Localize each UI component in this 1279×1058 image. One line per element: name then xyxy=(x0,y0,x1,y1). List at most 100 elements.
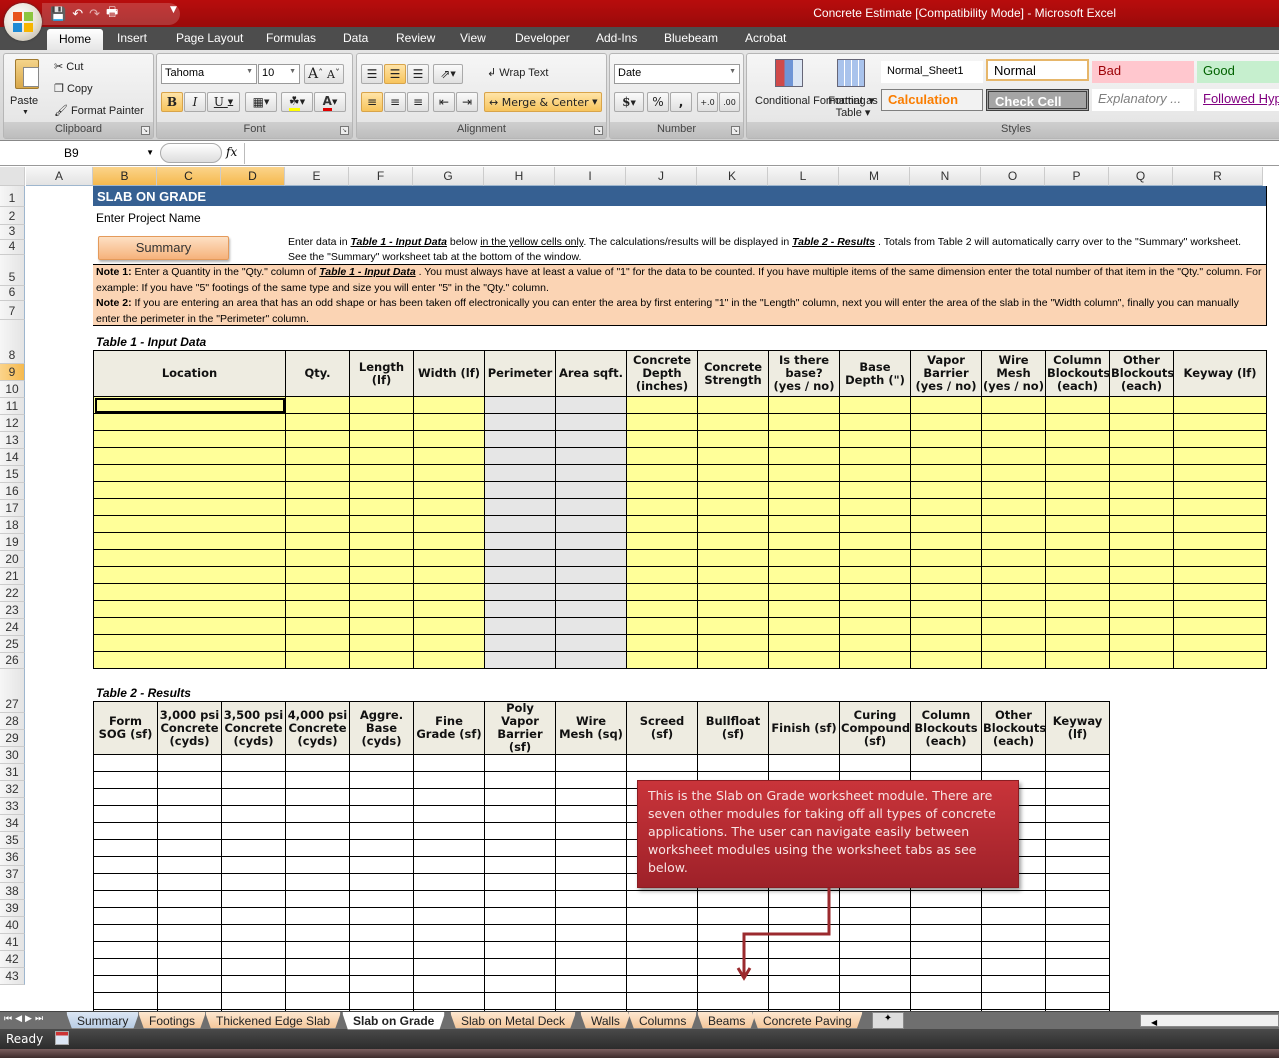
table-cell[interactable] xyxy=(1045,958,1110,976)
table-cell[interactable] xyxy=(93,651,286,669)
table-cell[interactable] xyxy=(221,941,286,959)
table-cell[interactable] xyxy=(839,617,911,635)
table-cell[interactable] xyxy=(1109,532,1174,550)
table-cell[interactable] xyxy=(413,890,485,908)
table-cell[interactable] xyxy=(555,805,627,823)
sheet-tab-summary[interactable]: Summary xyxy=(66,1012,139,1029)
sheet-nav-arrows[interactable]: ⏮◀▶⏭ xyxy=(4,1014,46,1024)
table-cell[interactable] xyxy=(981,396,1046,414)
table-cell[interactable] xyxy=(157,839,222,857)
table-cell[interactable] xyxy=(413,822,485,840)
column-header-j[interactable]: J xyxy=(626,167,697,186)
table-cell[interactable] xyxy=(1109,583,1174,601)
table-cell[interactable] xyxy=(839,566,911,584)
table-cell[interactable] xyxy=(555,941,627,959)
table-cell[interactable] xyxy=(221,958,286,976)
table-cell[interactable] xyxy=(1173,447,1267,465)
table-cell[interactable] xyxy=(626,498,698,516)
style-bad[interactable]: Bad xyxy=(1092,61,1194,83)
table-cell[interactable] xyxy=(1045,754,1110,772)
table-cell[interactable] xyxy=(910,532,982,550)
table-cell[interactable] xyxy=(413,532,485,550)
table-cell[interactable] xyxy=(910,498,982,516)
table-cell[interactable] xyxy=(285,924,350,942)
table-cell[interactable] xyxy=(910,583,982,601)
table-cell[interactable] xyxy=(484,958,556,976)
table-cell[interactable] xyxy=(981,992,1046,1010)
sheet-tab-columns[interactable]: Columns xyxy=(628,1012,697,1029)
table-cell[interactable] xyxy=(285,873,350,891)
table-cell[interactable] xyxy=(555,481,627,499)
grow-shrink-font-buttons[interactable]: Aˆ Aˇ xyxy=(304,64,344,84)
table-cell[interactable] xyxy=(221,754,286,772)
table-cell[interactable] xyxy=(555,634,627,652)
table-cell[interactable] xyxy=(1045,975,1110,993)
table-cell[interactable] xyxy=(484,549,556,567)
table-cell[interactable] xyxy=(484,413,556,431)
table-cell[interactable] xyxy=(697,464,769,482)
table-cell[interactable] xyxy=(697,515,769,533)
table-cell[interactable] xyxy=(413,464,485,482)
style-followed-hyperlink[interactable]: Followed Hyp xyxy=(1197,89,1279,111)
table-cell[interactable] xyxy=(349,413,414,431)
table-cell[interactable] xyxy=(768,924,840,942)
table-cell[interactable] xyxy=(626,600,698,618)
align-right-button[interactable]: ≡ xyxy=(407,92,429,112)
increase-indent-button[interactable]: ⇥ xyxy=(456,92,478,112)
table-cell[interactable] xyxy=(768,754,840,772)
table-cell[interactable] xyxy=(484,515,556,533)
table-cell[interactable] xyxy=(1173,617,1267,635)
table-cell[interactable] xyxy=(697,651,769,669)
row-header-4[interactable]: 4 xyxy=(0,239,25,255)
insert-sheet-icon[interactable]: ✦ xyxy=(872,1012,904,1029)
table-cell[interactable] xyxy=(285,464,350,482)
macro-record-icon[interactable] xyxy=(55,1031,69,1045)
orientation-button[interactable]: ⇗ ▼ xyxy=(433,64,463,84)
sheet-tab-beams[interactable]: Beams xyxy=(697,1012,756,1029)
table-cell[interactable] xyxy=(1109,447,1174,465)
table-cell[interactable] xyxy=(93,856,158,874)
table-cell[interactable] xyxy=(555,430,627,448)
table-cell[interactable] xyxy=(285,651,350,669)
font-size-select[interactable]: 10 ▼ xyxy=(258,64,300,84)
row-header-26[interactable]: 26 xyxy=(0,653,25,669)
row-header-36[interactable]: 36 xyxy=(0,849,25,866)
table-cell[interactable] xyxy=(285,890,350,908)
table-cell[interactable] xyxy=(413,754,485,772)
table-cell[interactable] xyxy=(981,447,1046,465)
sheet-tab-slab-on-metal-deck[interactable]: Slab on Metal Deck xyxy=(450,1012,576,1029)
table-cell[interactable] xyxy=(1045,498,1110,516)
row-header-28[interactable]: 28 xyxy=(0,713,25,730)
table-cell[interactable] xyxy=(285,515,350,533)
table-cell[interactable] xyxy=(697,566,769,584)
table-cell[interactable] xyxy=(910,907,982,925)
table-cell[interactable] xyxy=(626,958,698,976)
table-cell[interactable] xyxy=(413,447,485,465)
table-cell[interactable] xyxy=(626,890,698,908)
table-cell[interactable] xyxy=(768,975,840,993)
table-cell[interactable] xyxy=(221,822,286,840)
row-header-40[interactable]: 40 xyxy=(0,917,25,934)
row-header-21[interactable]: 21 xyxy=(0,568,25,585)
table-cell[interactable] xyxy=(484,805,556,823)
table-cell[interactable] xyxy=(910,754,982,772)
table-cell[interactable] xyxy=(839,549,911,567)
table-cell[interactable] xyxy=(93,413,286,431)
table-cell[interactable] xyxy=(1109,481,1174,499)
office-button[interactable] xyxy=(4,3,42,41)
name-box[interactable]: B9 ▼ xyxy=(2,144,157,164)
insert-function-icon[interactable]: fx xyxy=(226,145,237,159)
table-cell[interactable] xyxy=(413,839,485,857)
table-cell[interactable] xyxy=(1109,515,1174,533)
table-cell[interactable] xyxy=(626,583,698,601)
table-cell[interactable] xyxy=(413,634,485,652)
column-header-p[interactable]: P xyxy=(1045,167,1109,186)
table-cell[interactable] xyxy=(910,413,982,431)
table-cell[interactable] xyxy=(413,805,485,823)
column-header-n[interactable]: N xyxy=(910,167,981,186)
copy-button[interactable]: ❐ Copy xyxy=(54,82,93,95)
table-cell[interactable] xyxy=(413,396,485,414)
row-header-24[interactable]: 24 xyxy=(0,619,25,636)
table-cell[interactable] xyxy=(839,430,911,448)
table-cell[interactable] xyxy=(285,447,350,465)
